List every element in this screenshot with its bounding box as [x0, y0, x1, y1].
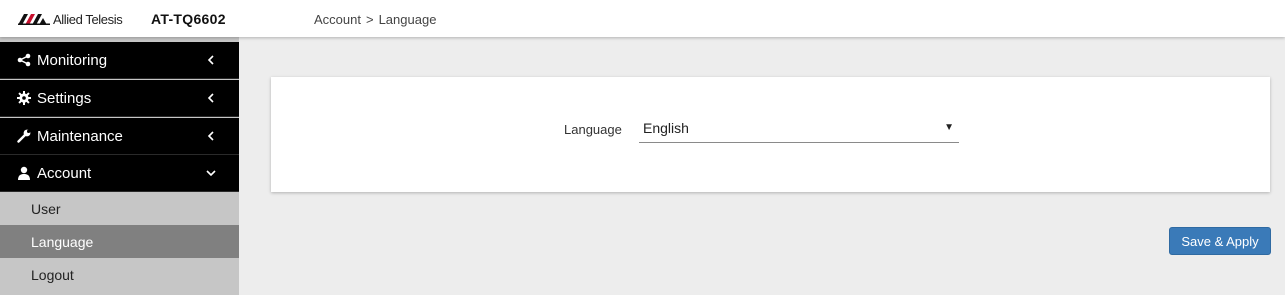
sidebar-item-label: Maintenance	[37, 127, 123, 145]
share-icon	[16, 52, 32, 68]
user-icon	[16, 165, 32, 181]
breadcrumb: Account > Language	[314, 12, 436, 27]
language-select-value: English	[643, 120, 689, 136]
allied-telesis-logo: Allied Telesis	[18, 11, 123, 27]
logo-mark-icon	[18, 13, 50, 25]
breadcrumb-account[interactable]: Account	[314, 12, 361, 27]
chevron-left-icon	[204, 129, 218, 143]
save-apply-button[interactable]: Save & Apply	[1169, 227, 1271, 255]
device-model: AT-TQ6602	[151, 11, 226, 27]
sidebar: Monitoring Settings Maintenance Account …	[0, 37, 239, 295]
sidebar-item-label: Monitoring	[37, 51, 108, 69]
breadcrumb-language: Language	[378, 12, 437, 27]
wrench-icon	[16, 128, 32, 144]
sidebar-subitem-label: Logout	[31, 266, 74, 283]
brand-name: Allied Telesis	[53, 11, 123, 27]
language-field-label: Language	[564, 122, 622, 137]
sidebar-item-account[interactable]: Account	[0, 155, 239, 192]
sidebar-item-maintenance[interactable]: Maintenance	[0, 118, 239, 155]
sidebar-item-label: Settings	[37, 89, 92, 107]
sidebar-item-monitoring[interactable]: Monitoring	[0, 42, 239, 79]
top-header: Allied Telesis AT-TQ6602 Account > Langu…	[0, 0, 1285, 37]
sidebar-subitem-language[interactable]: Language	[0, 225, 239, 258]
language-select[interactable]: English ▼	[639, 115, 959, 143]
dropdown-arrow-icon: ▼	[944, 122, 954, 133]
sidebar-item-settings[interactable]: Settings	[0, 80, 239, 117]
sidebar-subitem-label: Language	[31, 233, 94, 250]
chevron-left-icon	[204, 91, 218, 105]
sidebar-item-label: Account	[37, 164, 92, 182]
gear-icon	[16, 90, 32, 106]
sidebar-subitem-logout[interactable]: Logout	[0, 258, 239, 291]
sidebar-subitem-label: User	[31, 200, 61, 217]
chevron-down-icon	[204, 166, 218, 180]
sidebar-subitem-user[interactable]: User	[0, 192, 239, 225]
breadcrumb-separator: >	[365, 12, 374, 27]
chevron-left-icon	[204, 53, 218, 67]
